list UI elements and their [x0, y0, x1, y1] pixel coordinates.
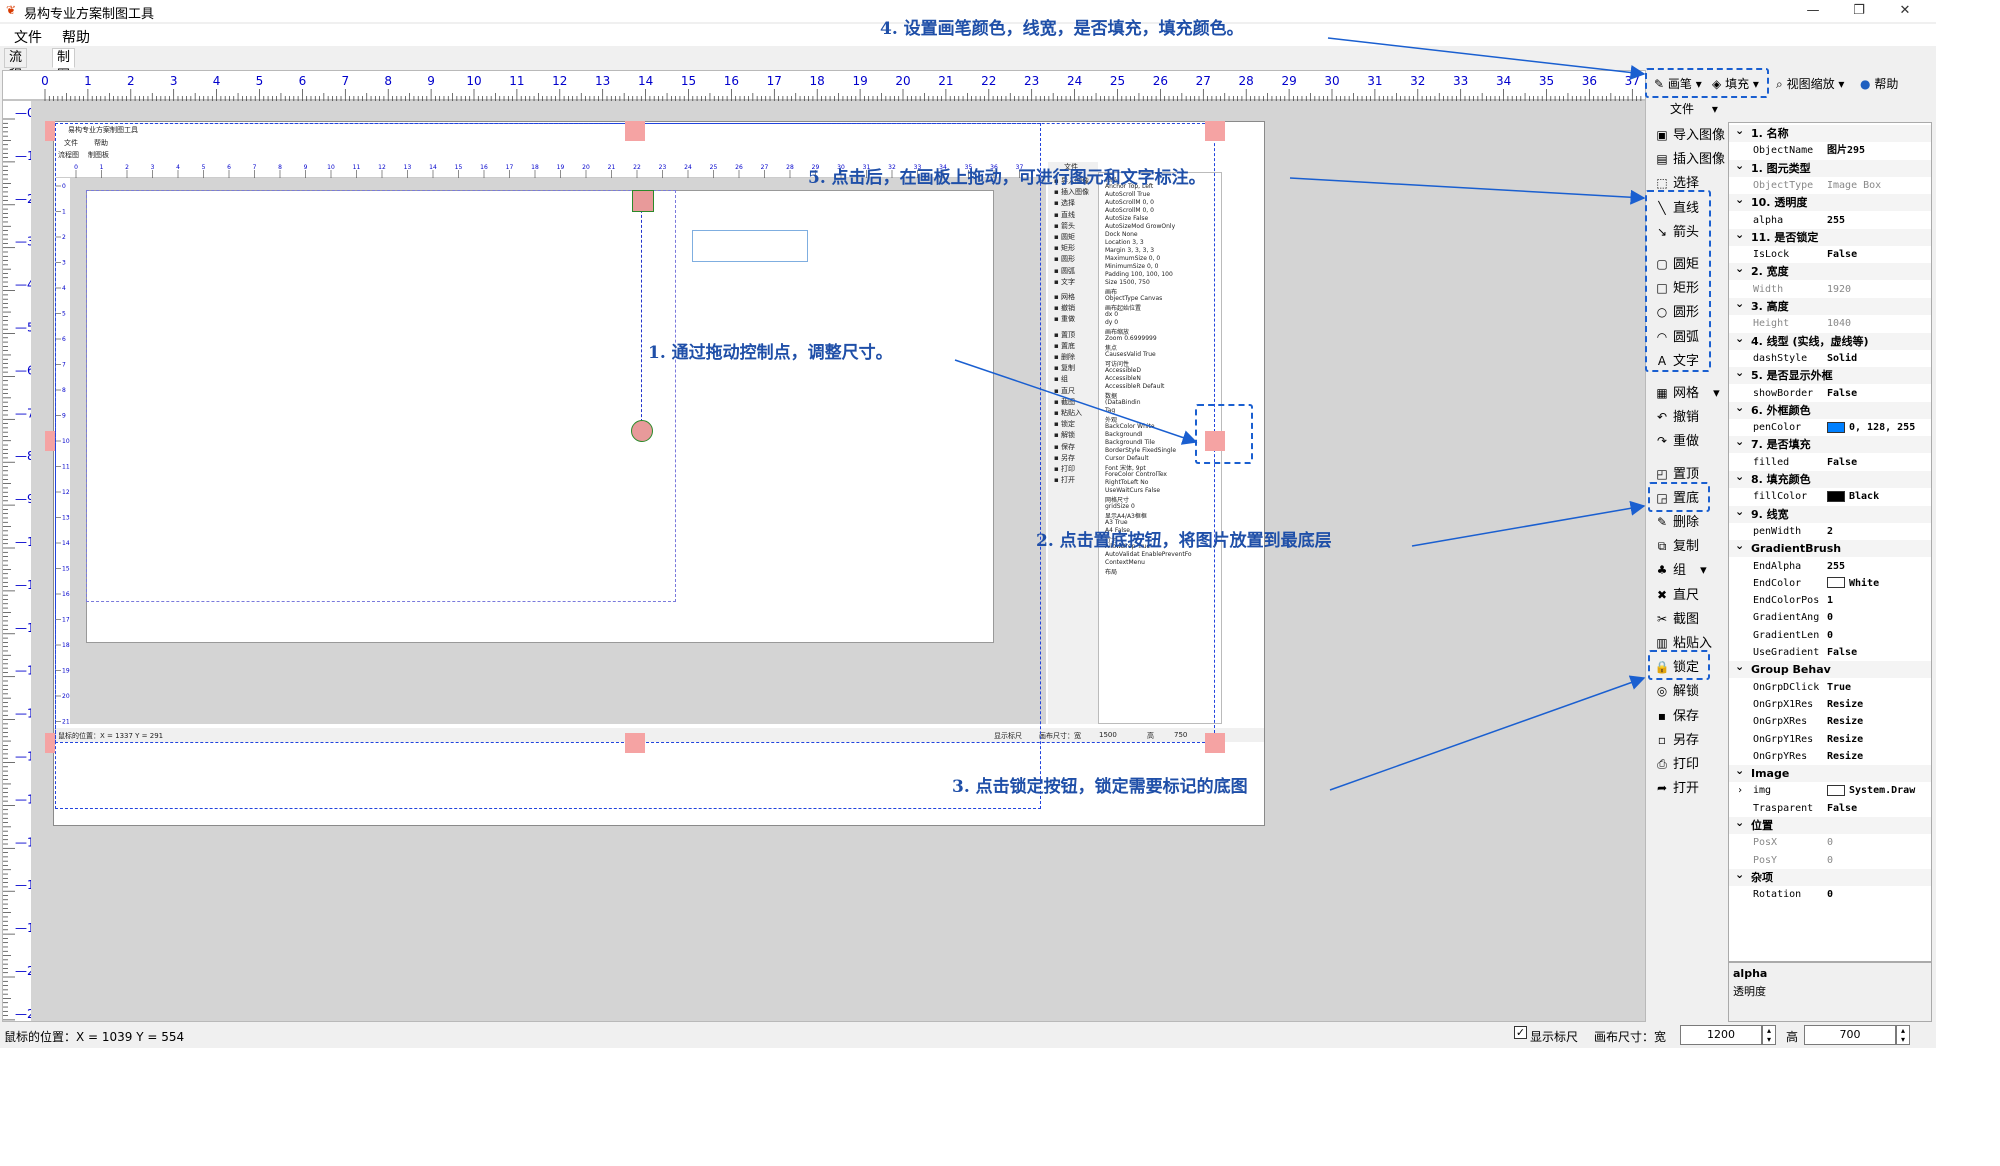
annotation-arrows — [954, 37, 1646, 791]
arrow-5 — [1289, 177, 1646, 205]
arrow-3 — [1329, 675, 1646, 791]
arrow-1 — [954, 359, 1198, 445]
arrow-4 — [1327, 37, 1646, 80]
arrow-2 — [1411, 500, 1646, 547]
